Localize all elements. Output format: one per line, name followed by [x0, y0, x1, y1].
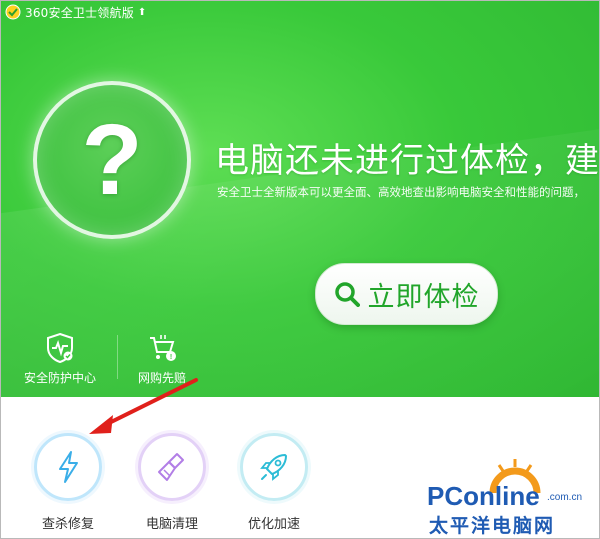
lightning-icon [59, 451, 78, 483]
cleanup-circle [138, 433, 206, 501]
speedup-button[interactable]: 优化加速 [238, 433, 310, 532]
upgrade-arrow-icon[interactable]: ⬆ [138, 7, 146, 18]
cleanup-label: 电脑清理 [145, 517, 198, 532]
shopping-guarantee-tool[interactable]: ! 网购先赔 [117, 331, 207, 386]
status-ring: ? [33, 81, 191, 239]
security-center-tool[interactable]: 安全防护中心 [15, 331, 105, 386]
app-logo-icon [5, 4, 21, 20]
title-bar[interactable]: 360安全卫士领航版 ⬆ [1, 1, 599, 23]
speedup-circle [240, 433, 308, 501]
cleanup-button[interactable]: 电脑清理 [136, 433, 208, 532]
scan-repair-button[interactable]: 查杀修复 [32, 433, 104, 532]
watermark-domain: .com.cn [547, 492, 583, 503]
scan-repair-label: 查杀修复 [41, 517, 94, 532]
search-icon [334, 282, 360, 307]
app-window: 360安全卫士领航版 ⬆ ? 电脑还未进行过体检，建议立即 安全卫士全新版本可以… [0, 0, 600, 539]
speedup-label: 优化加速 [247, 517, 300, 532]
app-title: 360安全卫士领航版 [25, 5, 134, 20]
hero-panel: 360安全卫士领航版 ⬆ ? 电脑还未进行过体检，建议立即 安全卫士全新版本可以… [1, 1, 599, 397]
shopping-guarantee-label: 网购先赔 [137, 371, 186, 385]
broom-icon [158, 453, 184, 481]
watermark-chinese: 太平洋电脑网 [429, 516, 556, 537]
rocket-icon [260, 454, 287, 481]
page-subline: 安全卫士全新版本可以更全面、高效地查出影响电脑安全和性能的问题， [217, 185, 585, 199]
pconline-watermark: PConline .com.cn 太平洋电脑网 [427, 457, 597, 537]
check-now-label: 立即体检 [367, 281, 480, 313]
watermark-brand: PConline [427, 481, 540, 511]
shopping-cart-icon: ! [150, 335, 176, 361]
check-now-button[interactable]: 立即体检 [315, 263, 498, 325]
scan-repair-circle [34, 433, 102, 501]
question-mark-icon: ? [81, 104, 143, 216]
shield-heartbeat-icon [47, 332, 73, 364]
security-center-label: 安全防护中心 [23, 371, 96, 385]
page-headline: 电脑还未进行过体检，建议立即 [215, 141, 599, 181]
svg-text:!: ! [170, 354, 172, 361]
